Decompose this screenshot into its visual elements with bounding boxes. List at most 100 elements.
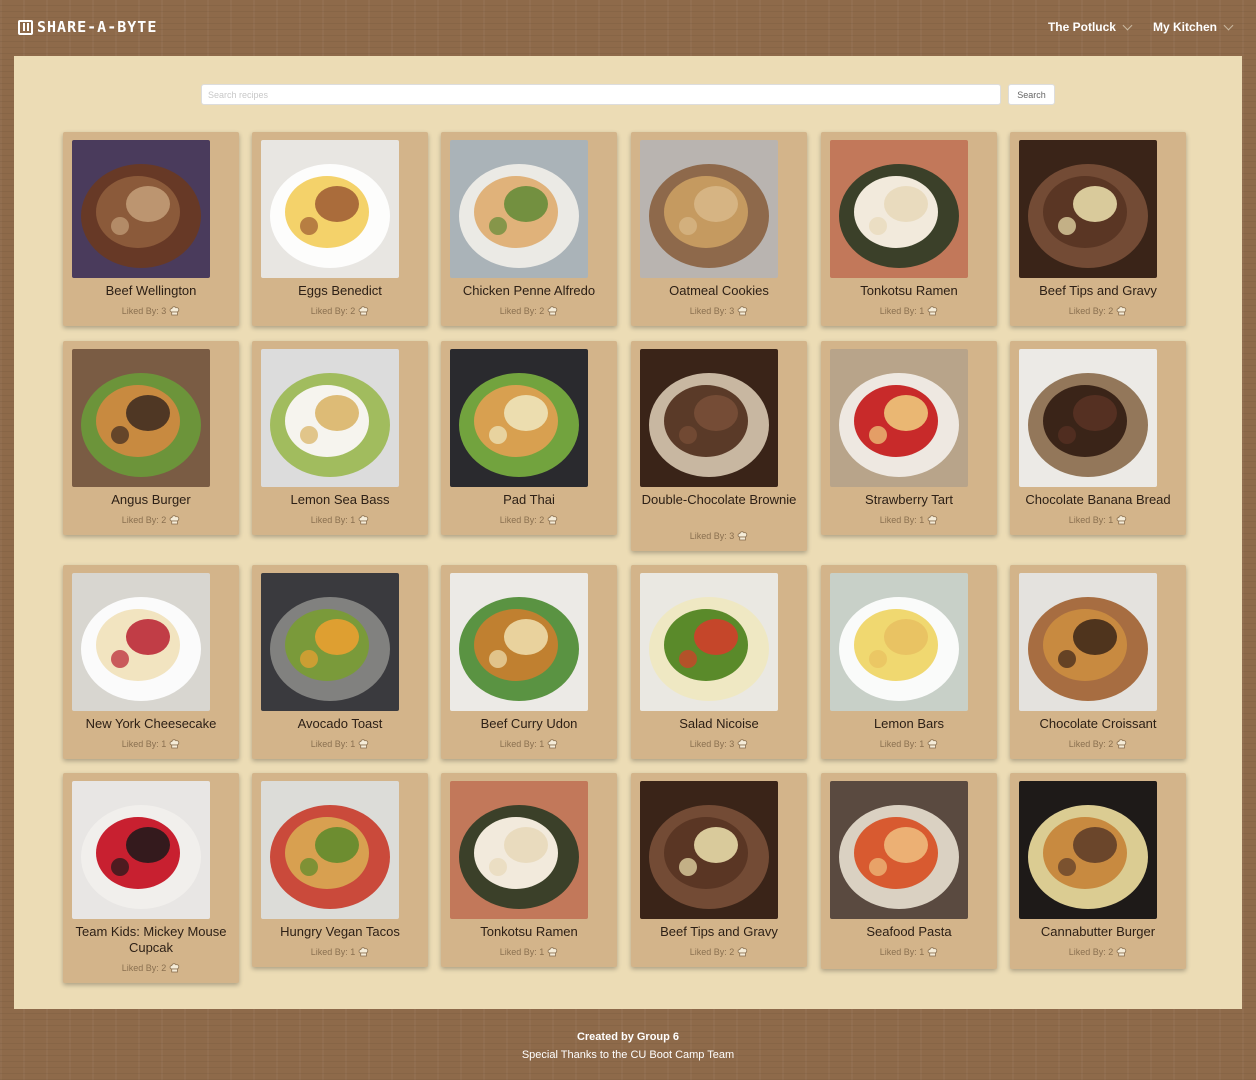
recipe-title[interactable]: Tonkotsu Ramen [825, 283, 993, 299]
recipe-image[interactable] [72, 781, 210, 919]
recipe-title[interactable]: Avocado Toast [256, 716, 424, 732]
recipe-title[interactable]: Lemon Bars [825, 716, 993, 732]
recipe-title[interactable]: Hungry Vegan Tacos [256, 924, 424, 940]
recipe-title[interactable]: Double-Chocolate Brownie [635, 492, 803, 508]
recipe-card[interactable]: Beef Curry Udon Liked By: 1 [441, 565, 617, 759]
recipe-likes: Liked By: 1 [252, 515, 428, 525]
likes-count: Liked By: 3 [689, 306, 735, 316]
recipe-image[interactable] [72, 573, 210, 711]
recipe-card[interactable]: Tonkotsu Ramen Liked By: 1 [441, 773, 617, 967]
recipe-image[interactable] [830, 140, 968, 278]
recipe-image[interactable] [830, 349, 968, 487]
search-input[interactable] [201, 84, 1001, 105]
recipe-image[interactable] [450, 781, 588, 919]
likes-count: Liked By: 1 [499, 739, 545, 749]
recipe-likes: Liked By: 2 [63, 515, 239, 525]
chef-hat-icon [547, 515, 558, 525]
recipe-title[interactable]: Eggs Benedict [256, 283, 424, 299]
recipe-image[interactable] [1019, 140, 1157, 278]
likes-count: Liked By: 2 [1068, 739, 1114, 749]
recipe-likes: Liked By: 2 [1010, 306, 1186, 316]
recipe-card[interactable]: Double-Chocolate Brownie Liked By: 3 [631, 341, 807, 551]
recipe-card[interactable]: Hungry Vegan Tacos Liked By: 1 [252, 773, 428, 967]
recipe-card[interactable]: Beef Wellington Liked By: 3 [63, 132, 239, 326]
recipe-title[interactable]: Beef Tips and Gravy [1014, 283, 1182, 299]
recipe-card[interactable]: Chicken Penne Alfredo Liked By: 2 [441, 132, 617, 326]
recipe-image[interactable] [830, 781, 968, 919]
recipe-likes: Liked By: 2 [441, 515, 617, 525]
recipe-image[interactable] [450, 349, 588, 487]
recipe-image[interactable] [830, 573, 968, 711]
chef-hat-icon [737, 531, 748, 541]
footer-thanks: Special Thanks to the CU Boot Camp Team [521, 1049, 735, 1061]
chef-hat-icon [927, 515, 938, 525]
nav-item-the-potluck[interactable]: The Potluck [1048, 20, 1133, 34]
recipe-card[interactable]: New York Cheesecake Liked By: 1 [63, 565, 239, 759]
recipe-image[interactable] [261, 349, 399, 487]
recipe-title[interactable]: Beef Wellington [67, 283, 235, 299]
recipe-card[interactable]: Lemon Bars Liked By: 1 [821, 565, 997, 759]
recipe-image[interactable] [261, 140, 399, 278]
recipe-title[interactable]: Cannabutter Burger [1014, 924, 1182, 940]
recipe-image[interactable] [261, 781, 399, 919]
recipe-card[interactable]: Oatmeal Cookies Liked By: 3 [631, 132, 807, 326]
recipe-card[interactable]: Seafood Pasta Liked By: 1 [821, 773, 997, 969]
recipe-title[interactable]: Beef Tips and Gravy [635, 924, 803, 940]
recipe-title[interactable]: Angus Burger [67, 492, 235, 508]
recipe-image[interactable] [1019, 349, 1157, 487]
recipe-likes: Liked By: 2 [252, 306, 428, 316]
recipe-title[interactable]: Chocolate Banana Bread [1014, 492, 1182, 508]
recipe-card[interactable]: Angus Burger Liked By: 2 [63, 341, 239, 535]
recipe-card[interactable]: Chocolate Croissant Liked By: 2 [1010, 565, 1186, 759]
recipe-card[interactable]: Avocado Toast Liked By: 1 [252, 565, 428, 759]
recipe-card[interactable]: Salad Nicoise Liked By: 3 [631, 565, 807, 759]
recipe-card[interactable]: Pad Thai Liked By: 2 [441, 341, 617, 535]
search-button[interactable]: Search [1008, 84, 1055, 105]
recipe-card[interactable]: Beef Tips and Gravy Liked By: 2 [1010, 132, 1186, 326]
chef-hat-icon [358, 515, 369, 525]
recipe-title[interactable]: Beef Curry Udon [445, 716, 613, 732]
chef-hat-icon [737, 306, 748, 316]
recipe-title[interactable]: Lemon Sea Bass [256, 492, 424, 508]
recipe-card[interactable]: Strawberry Tart Liked By: 1 [821, 341, 997, 535]
recipe-card[interactable]: Eggs Benedict Liked By: 2 [252, 132, 428, 326]
recipe-title[interactable]: Chicken Penne Alfredo [445, 283, 613, 299]
recipe-image[interactable] [640, 140, 778, 278]
recipe-card[interactable]: Beef Tips and Gravy Liked By: 2 [631, 773, 807, 967]
brand-logo[interactable]: SHARE-A-BYTE [18, 18, 157, 36]
recipe-card[interactable]: Chocolate Banana Bread Liked By: 1 [1010, 341, 1186, 535]
recipe-likes: Liked By: 1 [1010, 515, 1186, 525]
recipe-image[interactable] [72, 140, 210, 278]
brand-name: SHARE-A-BYTE [37, 18, 158, 36]
recipe-title[interactable]: Tonkotsu Ramen [445, 924, 613, 940]
recipe-title[interactable]: Strawberry Tart [825, 492, 993, 508]
recipe-title[interactable]: Pad Thai [445, 492, 613, 508]
navbar: SHARE-A-BYTE The Potluck My Kitchen [0, 0, 1256, 56]
recipe-title[interactable]: Seafood Pasta [825, 924, 993, 940]
recipe-card[interactable]: Tonkotsu Ramen Liked By: 1 [821, 132, 997, 326]
nav-item-my-kitchen[interactable]: My Kitchen [1153, 20, 1234, 34]
recipe-likes: Liked By: 1 [821, 515, 997, 525]
recipe-card[interactable]: Lemon Sea Bass Liked By: 1 [252, 341, 428, 535]
recipe-image[interactable] [640, 573, 778, 711]
recipe-title[interactable]: New York Cheesecake [67, 716, 235, 732]
likes-count: Liked By: 2 [499, 306, 545, 316]
recipe-image[interactable] [450, 573, 588, 711]
recipe-title[interactable]: Chocolate Croissant [1014, 716, 1182, 732]
recipe-image[interactable] [640, 349, 778, 487]
recipe-image[interactable] [1019, 781, 1157, 919]
recipe-image[interactable] [261, 573, 399, 711]
recipe-image[interactable] [640, 781, 778, 919]
recipe-card[interactable]: Cannabutter Burger Liked By: 2 [1010, 773, 1186, 969]
recipe-likes: Liked By: 3 [631, 739, 807, 749]
recipe-image[interactable] [450, 140, 588, 278]
recipe-image[interactable] [72, 349, 210, 487]
recipe-title[interactable]: Oatmeal Cookies [635, 283, 803, 299]
recipe-title[interactable]: Salad Nicoise [635, 716, 803, 732]
recipe-likes: Liked By: 2 [441, 306, 617, 316]
recipe-likes: Liked By: 2 [1010, 947, 1186, 957]
recipe-likes: Liked By: 1 [441, 739, 617, 749]
recipe-title[interactable]: Team Kids: Mickey Mouse Cupcak [67, 924, 235, 956]
recipe-card[interactable]: Team Kids: Mickey Mouse Cupcak Liked By: … [63, 773, 239, 983]
recipe-image[interactable] [1019, 573, 1157, 711]
